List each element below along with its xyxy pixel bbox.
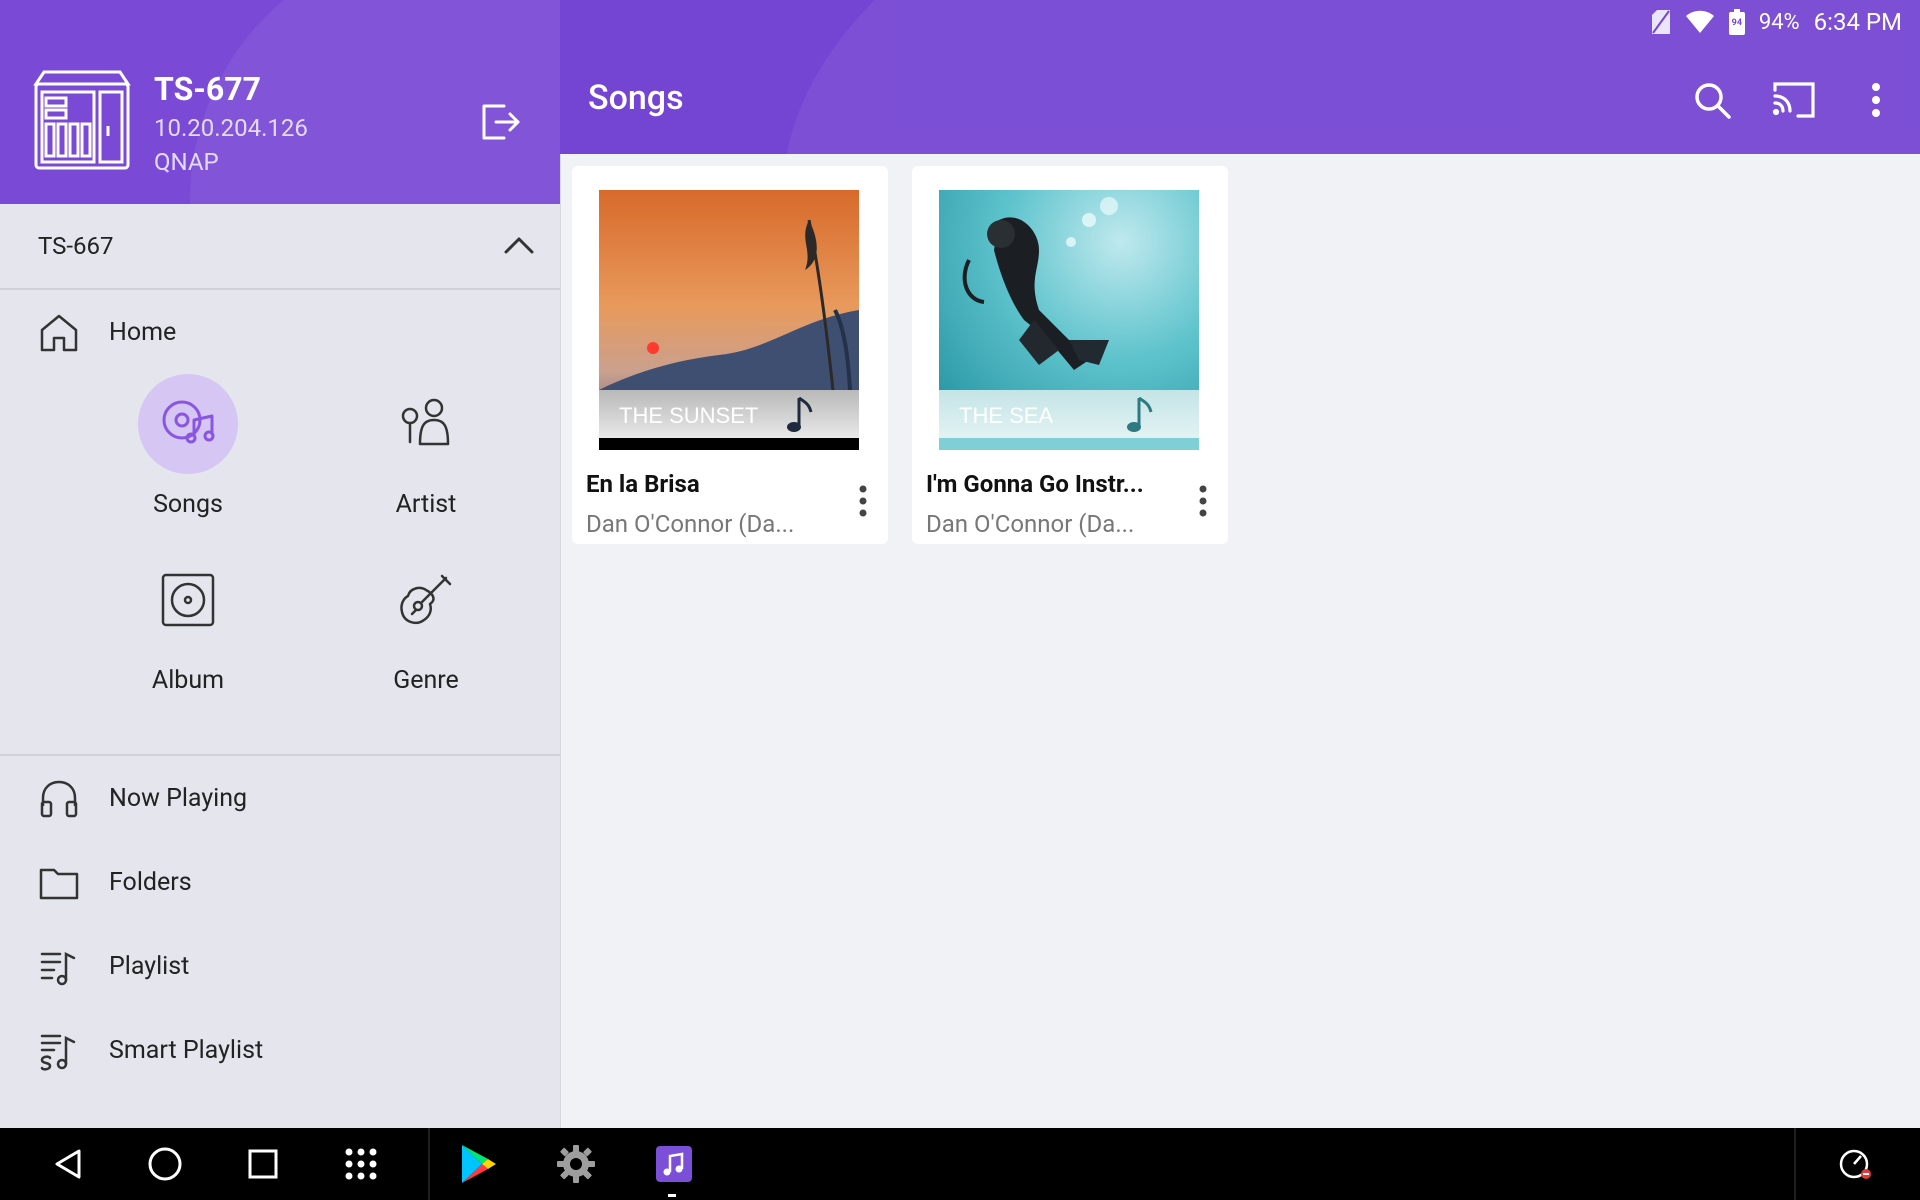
category-genre[interactable]: Genre [326, 550, 526, 695]
sidebar-item-now-playing[interactable]: Now Playing [0, 764, 560, 834]
cast-icon[interactable] [1772, 78, 1816, 122]
battery-level: 94% [1758, 9, 1800, 35]
navigation-drawer: TS-677 10.20.204.126 QNAP TS-667 Home So… [0, 0, 561, 1128]
drawer-header: TS-677 10.20.204.126 QNAP [0, 0, 560, 204]
active-app-indicator [668, 1194, 676, 1197]
system-navigation-bar [0, 1128, 1920, 1200]
song-card[interactable]: THE SUNSET En la Brisa Dan O'Connor (Da.… [572, 166, 888, 544]
app-bar: 94 94% 6:34 PM Songs [560, 0, 1920, 154]
sidebar-item-smart-playlist[interactable]: Smart Playlist [0, 1016, 560, 1086]
server-name: TS-667 [38, 232, 114, 260]
sidebar-item-label: Playlist [109, 952, 190, 981]
smart-playlist-icon [38, 1030, 80, 1072]
app-drawer-icon[interactable] [337, 1140, 385, 1188]
songs-icon [138, 374, 238, 474]
home-circle-icon[interactable] [141, 1140, 189, 1188]
device-brand: QNAP [154, 148, 219, 176]
category-songs[interactable]: Songs [88, 374, 288, 519]
song-title: I'm Gonna Go Instr... [926, 470, 1144, 498]
song-title: En la Brisa [586, 470, 700, 498]
album-art-sea: THE SEA [939, 190, 1199, 450]
page-title: Songs [588, 78, 684, 118]
qmusic-app-icon[interactable] [650, 1140, 698, 1188]
artist-icon [376, 374, 476, 474]
sidebar-item-home[interactable]: Home [0, 298, 560, 368]
song-card[interactable]: THE SEA I'm Gonna Go Instr... Dan O'Conn… [912, 166, 1228, 544]
clock: 6:34 PM [1813, 8, 1902, 36]
genre-icon [376, 550, 476, 650]
home-icon [38, 312, 80, 354]
sidebar-item-label: Now Playing [109, 784, 248, 813]
recents-icon[interactable] [239, 1140, 287, 1188]
category-label: Songs [153, 490, 223, 519]
device-ip: 10.20.204.126 [154, 114, 308, 142]
chevron-up-icon[interactable] [502, 230, 536, 264]
sidebar-item-label: Home [109, 318, 177, 347]
headphones-icon [38, 778, 80, 820]
playlist-icon [38, 946, 80, 988]
sidebar-item-playlist[interactable]: Playlist [0, 932, 560, 1002]
status-bar: 94 94% 6:34 PM [1651, 8, 1902, 36]
server-selector[interactable]: TS-667 [0, 204, 560, 290]
more-vert-icon[interactable] [1854, 78, 1898, 122]
settings-gear-icon[interactable] [552, 1140, 600, 1188]
sidebar-item-folders[interactable]: Folders [0, 848, 560, 918]
wifi-icon [1685, 10, 1715, 34]
category-label: Album [151, 666, 225, 695]
no-sim-icon [1651, 9, 1671, 35]
song-artist: Dan O'Connor (Da... [926, 510, 1135, 538]
logout-icon[interactable] [478, 100, 522, 148]
battery-badge: 94 [1731, 18, 1742, 28]
more-vert-icon[interactable] [858, 484, 868, 522]
back-icon[interactable] [44, 1140, 92, 1188]
cover-title: THE SUNSET [619, 403, 758, 428]
search-icon[interactable] [1690, 78, 1734, 122]
speedometer-icon[interactable] [1832, 1140, 1880, 1188]
folder-icon [38, 862, 80, 904]
nas-device-icon [32, 70, 132, 176]
category-label: Artist [395, 490, 457, 519]
cover-title: THE SEA [959, 403, 1053, 428]
category-artist[interactable]: Artist [326, 374, 526, 519]
play-store-icon[interactable] [454, 1140, 502, 1188]
device-name: TS-677 [154, 70, 261, 108]
sidebar-item-label: Smart Playlist [109, 1036, 264, 1065]
album-icon [138, 550, 238, 650]
song-artist: Dan O'Connor (Da... [586, 510, 795, 538]
album-art-sunset: THE SUNSET [599, 190, 859, 450]
sidebar-item-label: Folders [109, 868, 192, 897]
category-album[interactable]: Album [88, 550, 288, 695]
navbar-separator [1794, 1128, 1796, 1200]
category-label: Genre [393, 666, 459, 695]
navbar-separator [428, 1128, 430, 1200]
more-vert-icon[interactable] [1198, 484, 1208, 522]
battery-icon: 94 [1728, 9, 1745, 35]
sidebar-divider [0, 754, 560, 756]
